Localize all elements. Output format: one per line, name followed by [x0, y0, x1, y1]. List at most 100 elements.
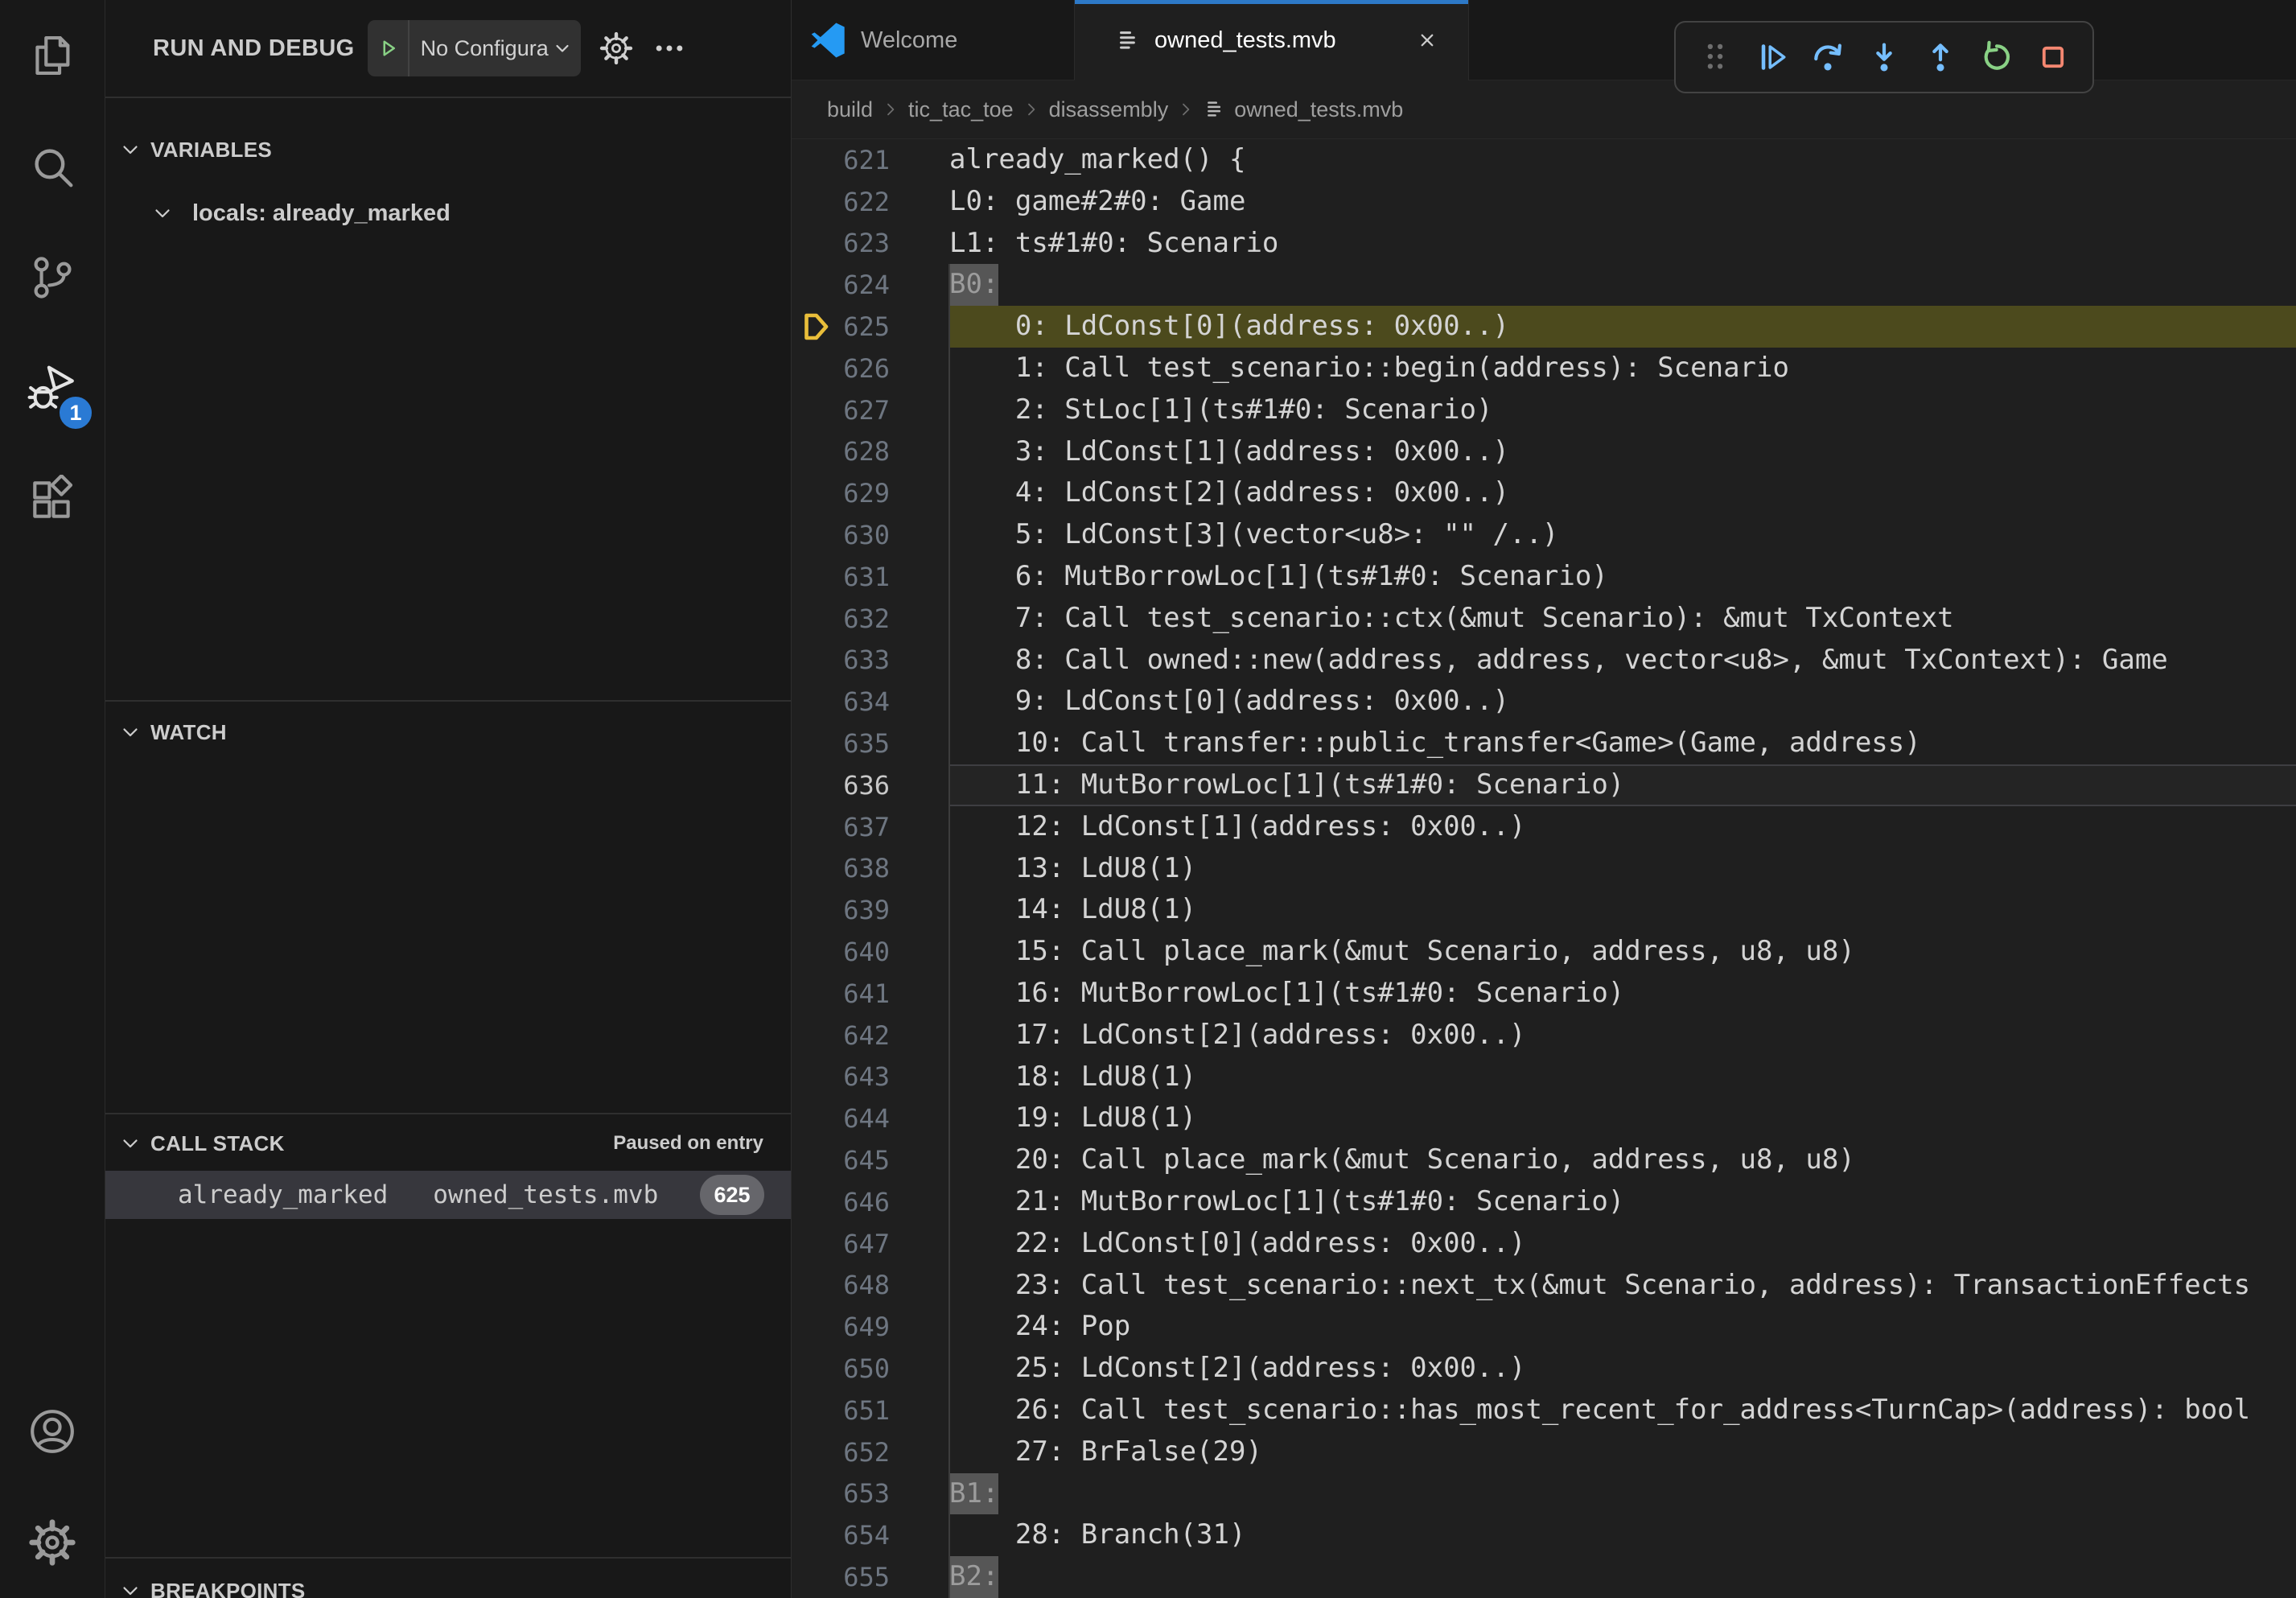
manage-button[interactable]	[0, 1487, 105, 1598]
code-line-content[interactable]: 22: LdConst[0](address: 0x00..)	[949, 1223, 2296, 1265]
code-line-content[interactable]: 0: LdConst[0](address: 0x00..)	[949, 306, 2296, 348]
line-number-gutter[interactable]: 652	[792, 1431, 949, 1473]
restart-button[interactable]	[1980, 40, 2014, 74]
code-line-content[interactable]: 1: Call test_scenario::begin(address): S…	[949, 348, 2296, 389]
sidebar-item-extensions[interactable]	[0, 444, 105, 555]
watch-section-header[interactable]: WATCH	[105, 710, 791, 755]
code-line-content[interactable]: 27: BrFalse(29)	[949, 1431, 2296, 1473]
sidebar-item-search[interactable]	[0, 111, 105, 222]
code-line-content[interactable]: 15: Call place_mark(&mut Scenario, addre…	[949, 931, 2296, 973]
line-number-gutter[interactable]: 625	[792, 306, 949, 348]
line-number-gutter[interactable]: 648	[792, 1265, 949, 1307]
variables-section-header[interactable]: VARIABLES	[105, 127, 791, 172]
tab-welcome[interactable]: Welcome	[792, 0, 1075, 80]
breakpoints-section-header[interactable]: BREAKPOINTS	[105, 1568, 791, 1598]
code-line-content[interactable]: 6: MutBorrowLoc[1](ts#1#0: Scenario)	[949, 556, 2296, 598]
code-line-content[interactable]: L0: game#2#0: Game	[949, 181, 2296, 223]
line-number-gutter[interactable]: 627	[792, 389, 949, 431]
close-icon[interactable]	[1415, 28, 1439, 52]
code-line-content[interactable]: 26: Call test_scenario::has_most_recent_…	[949, 1390, 2296, 1431]
line-number-gutter[interactable]: 624	[792, 264, 949, 306]
line-number-gutter[interactable]: 654	[792, 1514, 949, 1556]
code-line-content[interactable]: B2:	[949, 1556, 2296, 1598]
line-number-gutter[interactable]: 650	[792, 1348, 949, 1390]
code-line-content[interactable]: 23: Call test_scenario::next_tx(&mut Sce…	[949, 1265, 2296, 1307]
line-number-gutter[interactable]: 638	[792, 848, 949, 890]
code-line-content[interactable]: 3: LdConst[1](address: 0x00..)	[949, 431, 2296, 473]
breadcrumb-item[interactable]: disassembly	[1049, 97, 1169, 122]
call-stack-frame[interactable]: already_marked owned_tests.mvb 625	[105, 1171, 791, 1219]
code-line-content[interactable]: 7: Call test_scenario::ctx(&mut Scenario…	[949, 598, 2296, 640]
call-stack-section-header[interactable]: CALL STACK Paused on entry	[105, 1121, 791, 1166]
code-line-content[interactable]: 13: LdU8(1)	[949, 848, 2296, 890]
code-line-content[interactable]: 17: LdConst[2](address: 0x00..)	[949, 1015, 2296, 1056]
continue-button[interactable]	[1755, 40, 1788, 74]
code-line-content[interactable]: 2: StLoc[1](ts#1#0: Scenario)	[949, 389, 2296, 431]
line-number-gutter[interactable]: 644	[792, 1098, 949, 1139]
code-line-content[interactable]: 19: LdU8(1)	[949, 1098, 2296, 1139]
line-number-gutter[interactable]: 642	[792, 1015, 949, 1056]
sidebar-item-run-and-debug[interactable]: 1	[0, 333, 105, 444]
code-line-content[interactable]: 20: Call place_mark(&mut Scenario, addre…	[949, 1139, 2296, 1181]
sidebar-item-explorer[interactable]	[0, 0, 105, 111]
line-number-gutter[interactable]: 645	[792, 1139, 949, 1181]
stop-button[interactable]	[2036, 40, 2070, 74]
breadcrumb-item[interactable]: tic_tac_toe	[908, 97, 1014, 122]
code-line-content[interactable]: 4: LdConst[2](address: 0x00..)	[949, 472, 2296, 514]
code-line-content[interactable]: 12: LdConst[1](address: 0x00..)	[949, 806, 2296, 848]
line-number-gutter[interactable]: 636	[792, 764, 949, 806]
code-line-content[interactable]: B0:	[949, 264, 2296, 306]
code-line-content[interactable]: L1: ts#1#0: Scenario	[949, 223, 2296, 265]
step-into-button[interactable]	[1867, 40, 1901, 74]
line-number-gutter[interactable]: 622	[792, 181, 949, 223]
line-number-gutter[interactable]: 649	[792, 1306, 949, 1348]
debug-configuration-button[interactable]: No Configura	[368, 20, 581, 76]
breadcrumb-item[interactable]: owned_tests.mvb	[1234, 97, 1403, 122]
line-number-gutter[interactable]: 646	[792, 1181, 949, 1223]
line-number-gutter[interactable]: 647	[792, 1223, 949, 1265]
line-number-gutter[interactable]: 628	[792, 431, 949, 473]
start-debugging-icon[interactable]	[368, 20, 409, 76]
code-line-content[interactable]: 18: LdU8(1)	[949, 1056, 2296, 1098]
line-number-gutter[interactable]: 630	[792, 514, 949, 556]
line-number-gutter[interactable]: 621	[792, 139, 949, 181]
variables-scope-locals[interactable]: locals: already_marked	[105, 192, 791, 235]
code-line-content[interactable]: 10: Call transfer::public_transfer<Game>…	[949, 723, 2296, 764]
line-number-gutter[interactable]: 633	[792, 640, 949, 682]
sidebar-item-source-control[interactable]	[0, 222, 105, 333]
line-number-gutter[interactable]: 629	[792, 472, 949, 514]
code-line-content[interactable]: 11: MutBorrowLoc[1](ts#1#0: Scenario)	[949, 764, 2296, 806]
code-line-content[interactable]: already_marked() {	[949, 139, 2296, 181]
debug-configuration-select[interactable]: No Configura	[409, 36, 552, 61]
tab-owned-tests[interactable]: owned_tests.mvb	[1075, 0, 1469, 80]
line-number-gutter[interactable]: 626	[792, 348, 949, 389]
line-number-gutter[interactable]: 639	[792, 889, 949, 931]
code-line-content[interactable]: 5: LdConst[3](vector<u8>: "" /..)	[949, 514, 2296, 556]
account-button[interactable]	[0, 1376, 105, 1487]
code-line-content[interactable]: 25: LdConst[2](address: 0x00..)	[949, 1348, 2296, 1390]
code-line-content[interactable]: 28: Branch(31)	[949, 1514, 2296, 1556]
line-number-gutter[interactable]: 643	[792, 1056, 949, 1098]
line-number-gutter[interactable]: 634	[792, 681, 949, 723]
line-number-gutter[interactable]: 637	[792, 806, 949, 848]
code-line-content[interactable]: 14: LdU8(1)	[949, 889, 2296, 931]
line-number-gutter[interactable]: 623	[792, 223, 949, 265]
line-number-gutter[interactable]: 631	[792, 556, 949, 598]
step-over-button[interactable]	[1811, 40, 1845, 74]
code-line-content[interactable]: 9: LdConst[0](address: 0x00..)	[949, 681, 2296, 723]
step-out-button[interactable]	[1924, 40, 1957, 74]
line-number-gutter[interactable]: 651	[792, 1390, 949, 1431]
line-number-gutter[interactable]: 632	[792, 598, 949, 640]
breadcrumb-item[interactable]: build	[827, 97, 873, 122]
line-number-gutter[interactable]: 655	[792, 1556, 949, 1598]
line-number-gutter[interactable]: 641	[792, 973, 949, 1015]
toolbar-drag-handle[interactable]	[1698, 40, 1732, 74]
more-actions-icon[interactable]	[652, 31, 687, 66]
gear-icon[interactable]	[599, 31, 634, 66]
code-line-content[interactable]: 8: Call owned::new(address, address, vec…	[949, 640, 2296, 682]
code-line-content[interactable]: 24: Pop	[949, 1306, 2296, 1348]
line-number-gutter[interactable]: 640	[792, 931, 949, 973]
code-line-content[interactable]: 21: MutBorrowLoc[1](ts#1#0: Scenario)	[949, 1181, 2296, 1223]
code-line-content[interactable]: B1:	[949, 1473, 2296, 1515]
line-number-gutter[interactable]: 653	[792, 1473, 949, 1515]
